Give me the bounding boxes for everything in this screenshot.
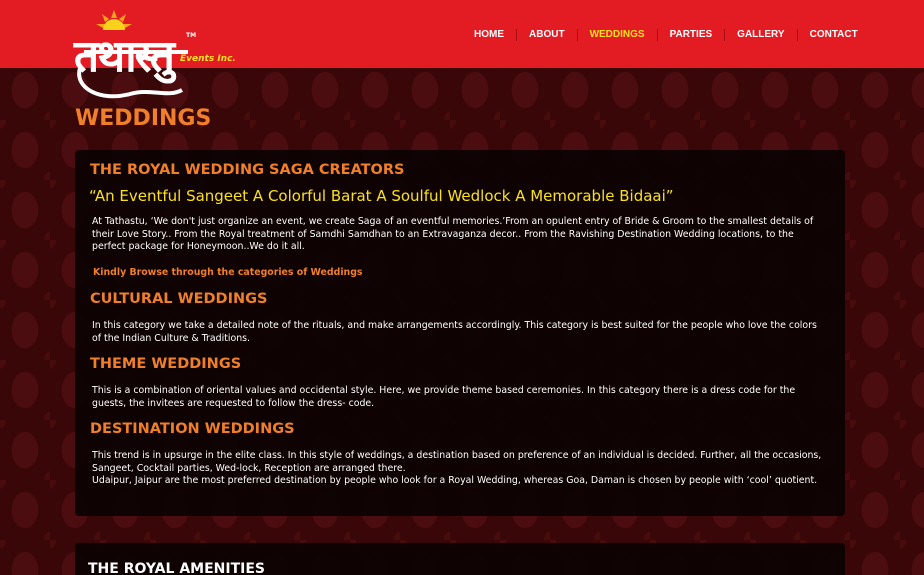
section-heading-cultural: CULTURAL WEDDINGS [90, 291, 268, 307]
logo-wordmark: तथास्तु [74, 31, 175, 82]
nav-home[interactable]: HOME [462, 29, 517, 41]
brand-logo[interactable]: तथास्तु TM Events Inc. [70, 8, 240, 100]
nav-contact[interactable]: CONTACT [798, 29, 870, 41]
amenities-heading: THE ROYAL AMENITIES [88, 561, 265, 575]
destination-paragraph-2: Udaipur, Jaipur are the most preferred d… [92, 475, 818, 486]
page-title: WEDDINGS [75, 106, 212, 131]
main-nav: HOME ABOUT WEDDINGS PARTIES GALLERY CONT… [462, 29, 870, 41]
tagline: “An Eventful Sangeet A Colorful Barat A … [89, 187, 674, 205]
nav-weddings[interactable]: WEDDINGS [578, 29, 658, 41]
logo-subtitle: Events Inc. [180, 54, 236, 64]
trademark-mark: TM [186, 32, 197, 39]
amenities-panel: THE ROYAL AMENITIES [75, 543, 845, 575]
nav-about[interactable]: ABOUT [517, 29, 578, 41]
nav-gallery[interactable]: GALLERY [725, 29, 798, 41]
section-heading-royal-saga: THE ROYAL WEDDING SAGA CREATORS [90, 162, 405, 178]
nav-parties[interactable]: PARTIES [658, 29, 726, 41]
browse-note: Kindly Browse through the categories of … [93, 267, 363, 278]
section-heading-destination: DESTINATION WEDDINGS [90, 421, 295, 437]
theme-paragraph: This is a combination of oriental values… [92, 385, 796, 409]
destination-paragraph: This trend is in upsurge in the elite cl… [92, 450, 822, 474]
weddings-content-panel: THE ROYAL WEDDING SAGA CREATORS “An Even… [75, 150, 845, 516]
cultural-paragraph: In this category we take a detailed note… [92, 320, 817, 344]
intro-paragraph: At Tathastu, ‘We don't just organize an … [92, 216, 814, 253]
section-heading-theme: THEME WEDDINGS [90, 356, 242, 372]
